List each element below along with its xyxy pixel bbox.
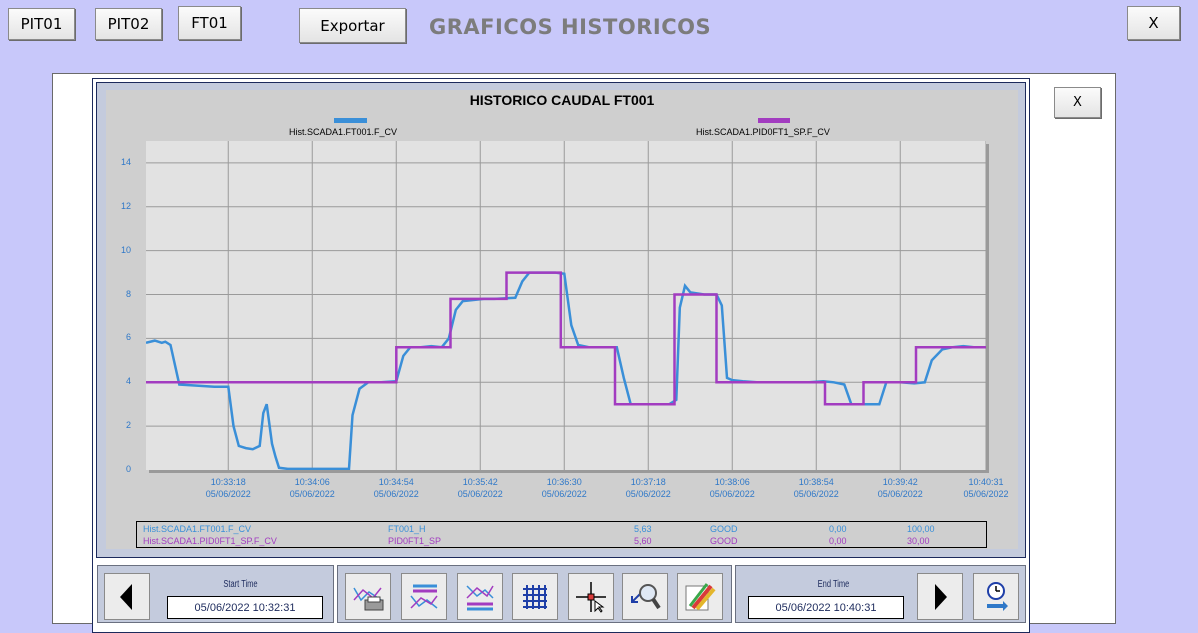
zoom-button[interactable] — [622, 573, 668, 620]
refresh-button[interactable] — [973, 573, 1019, 620]
crosshair-cursor-icon — [576, 581, 606, 613]
y-tick-label: 2 — [125, 420, 131, 431]
x-tick-label: 10:36:30 05/06/2022 — [541, 477, 587, 499]
y-tick-label: 10 — [120, 244, 131, 255]
end-time-label: End Time — [817, 579, 850, 590]
page-title: GRAFICOS HISTORICOS — [429, 15, 712, 39]
y-tick-label: 6 — [125, 332, 131, 343]
chart-title: HISTORICO CAUDAL FT001 — [469, 92, 655, 108]
y-tick-label: 8 — [125, 288, 131, 299]
stat-max: 30,00 — [907, 536, 930, 546]
export-button[interactable]: Exportar — [299, 8, 406, 43]
stat-quality: GOOD — [710, 536, 738, 546]
plot-area[interactable] — [146, 141, 986, 470]
stat-min: 0,00 — [829, 536, 847, 546]
x-tick-label: 10:39:42 05/06/2022 — [877, 477, 923, 499]
cursor-button[interactable] — [568, 573, 614, 620]
refresh-clock-icon — [987, 581, 1008, 611]
y-tick-label: 12 — [120, 200, 131, 211]
trend-svg — [146, 141, 986, 470]
scroll-forward-button[interactable] — [917, 573, 963, 620]
close-panel-button[interactable]: X — [1054, 87, 1101, 118]
x-tick-label: 10:35:42 05/06/2022 — [457, 477, 503, 499]
x-tick-label: 10:40:31 05/06/2022 — [963, 477, 1009, 499]
print-chart-icon — [353, 587, 384, 610]
stat-name: Hist.SCADA1.FT001.F_CV — [143, 524, 252, 534]
close-window-button[interactable]: X — [1127, 6, 1180, 40]
stat-row-flow: Hist.SCADA1.FT001.F_CV FT001_H 5,63 GOOD… — [137, 524, 986, 536]
y-tick-label: 4 — [125, 376, 131, 387]
y-tick-label: 14 — [120, 156, 131, 167]
zoom-icon — [631, 583, 661, 609]
grid-icon — [523, 584, 547, 609]
pens-icon — [466, 584, 494, 610]
legend-label-flow: Hist.SCADA1.FT001.F_CV — [289, 127, 398, 137]
pit02-button[interactable]: PIT02 — [95, 8, 162, 40]
series-line-flow — [146, 271, 986, 470]
grid-toggle-button[interactable] — [512, 573, 558, 620]
ft01-button[interactable]: FT01 — [178, 6, 241, 40]
stat-name: Hist.SCADA1.PID0FT1_SP.F_CV — [143, 536, 277, 546]
stat-max: 100,00 — [907, 524, 935, 534]
pen-stats-table: Hist.SCADA1.FT001.F_CV FT001_H 5,63 GOOD… — [136, 521, 987, 548]
edit-pens-button[interactable] — [677, 573, 723, 620]
legend-label-setpoint: Hist.SCADA1.PID0FT1_SP.F_CV — [696, 127, 830, 137]
start-time-label: Start Time — [223, 579, 258, 590]
pit01-button[interactable]: PIT01 — [8, 8, 75, 40]
legend-config-icon — [410, 584, 438, 609]
start-time-field[interactable]: 05/06/2022 10:32:31 — [167, 596, 323, 619]
pens-button[interactable] — [457, 573, 503, 620]
stat-tag: PID0FT1_SP — [388, 536, 442, 546]
arrow-right-icon — [935, 583, 947, 610]
arrow-left-icon — [120, 583, 132, 610]
legend-swatch-flow — [334, 118, 367, 123]
x-tick-label: 10:38:06 05/06/2022 — [709, 477, 755, 499]
legend-config-button[interactable] — [401, 573, 447, 620]
x-tick-label: 10:34:06 05/06/2022 — [289, 477, 335, 499]
edit-pens-icon — [685, 582, 716, 610]
x-tick-label: 10:33:18 05/06/2022 — [205, 477, 251, 499]
print-chart-button[interactable] — [345, 573, 391, 620]
x-tick-label: 10:37:18 05/06/2022 — [625, 477, 671, 499]
stat-row-setpoint: Hist.SCADA1.PID0FT1_SP.F_CV PID0FT1_SP 5… — [137, 536, 986, 548]
legend-swatch-setpoint — [758, 118, 790, 123]
stat-value: 5,63 — [634, 524, 652, 534]
end-time-field[interactable]: 05/06/2022 10:40:31 — [748, 596, 904, 619]
stat-value: 5,60 — [634, 536, 652, 546]
x-tick-label: 10:38:54 05/06/2022 — [793, 477, 839, 499]
scroll-back-button[interactable] — [104, 573, 150, 620]
stat-quality: GOOD — [710, 524, 738, 534]
stat-min: 0,00 — [829, 524, 847, 534]
stat-tag: FT001_H — [388, 524, 426, 534]
x-tick-label: 10:34:54 05/06/2022 — [373, 477, 419, 499]
y-tick-label: 0 — [125, 464, 131, 474]
